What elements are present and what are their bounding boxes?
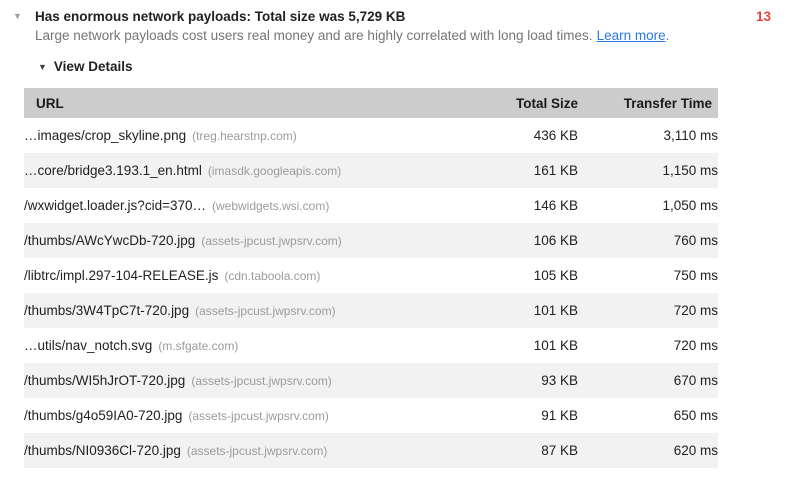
transfer-time-cell: 3,110 ms xyxy=(578,118,718,153)
total-size-cell: 146 KB xyxy=(458,188,578,223)
chevron-down-icon[interactable]: ▼ xyxy=(38,58,47,76)
view-details-toggle[interactable]: ▼ View Details xyxy=(38,58,132,76)
table-row: /thumbs/3W4TpC7t-720.jpg (assets-jpcust.j… xyxy=(24,293,718,328)
column-header-total-size: Total Size xyxy=(458,88,578,118)
url-cell: /thumbs/3W4TpC7t-720.jpg (assets-jpcust.j… xyxy=(24,293,458,328)
audit-title: Has enormous network payloads: Total siz… xyxy=(35,8,405,26)
transfer-time-cell: 670 ms xyxy=(578,363,718,398)
url-cell: /wxwidget.loader.js?cid=370… (webwidgets.… xyxy=(24,188,458,223)
total-size-cell: 161 KB xyxy=(458,153,578,188)
audit-score-badge: 13 xyxy=(756,8,771,26)
view-details-label: View Details xyxy=(54,59,133,74)
url-host: (assets-jpcust.jwpsrv.com) xyxy=(201,234,341,248)
url-cell: /thumbs/g4o59IA0-720.jpg (assets-jpcust.j… xyxy=(24,398,458,433)
transfer-time-cell: 760 ms xyxy=(578,223,718,258)
total-size-cell: 436 KB xyxy=(458,118,578,153)
table-row: …core/bridge3.193.1_en.html (imasdk.googl… xyxy=(24,153,718,188)
transfer-time-cell: 1,150 ms xyxy=(578,153,718,188)
total-size-cell: 101 KB xyxy=(458,293,578,328)
payload-table-body: …images/crop_skyline.png (treg.hearstnp.c… xyxy=(24,118,718,468)
transfer-time-cell: 750 ms xyxy=(578,258,718,293)
total-size-cell: 105 KB xyxy=(458,258,578,293)
url-cell: /thumbs/AWcYwcDb-720.jpg (assets-jpcust.j… xyxy=(24,223,458,258)
url-path: /thumbs/NI0936Cl-720.jpg xyxy=(24,443,181,458)
total-size-cell: 87 KB xyxy=(458,433,578,468)
url-host: (cdn.taboola.com) xyxy=(224,269,320,283)
learn-more-link[interactable]: Learn more xyxy=(597,28,666,43)
description-period: . xyxy=(666,28,670,43)
url-cell: …utils/nav_notch.svg (m.sfgate.com) xyxy=(24,328,458,363)
transfer-time-cell: 720 ms xyxy=(578,293,718,328)
table-row: /thumbs/WI5hJrOT-720.jpg (assets-jpcust.j… xyxy=(24,363,718,398)
table-row: …images/crop_skyline.png (treg.hearstnp.c… xyxy=(24,118,718,153)
url-cell: …images/crop_skyline.png (treg.hearstnp.c… xyxy=(24,118,458,153)
description-text: Large network payloads cost users real m… xyxy=(35,28,593,43)
table-row: /thumbs/g4o59IA0-720.jpg (assets-jpcust.j… xyxy=(24,398,718,433)
url-host: (webwidgets.wsi.com) xyxy=(212,199,329,213)
url-path: …images/crop_skyline.png xyxy=(24,128,186,143)
url-path: /wxwidget.loader.js?cid=370… xyxy=(24,198,206,213)
audit-collapse-icon[interactable]: ▼ xyxy=(13,10,22,22)
transfer-time-cell: 1,050 ms xyxy=(578,188,718,223)
url-path: /thumbs/3W4TpC7t-720.jpg xyxy=(24,303,189,318)
url-path: /thumbs/WI5hJrOT-720.jpg xyxy=(24,373,185,388)
url-host: (assets-jpcust.jwpsrv.com) xyxy=(195,304,335,318)
url-host: (assets-jpcust.jwpsrv.com) xyxy=(188,409,328,423)
url-cell: /thumbs/NI0936Cl-720.jpg (assets-jpcust.j… xyxy=(24,433,458,468)
url-path: /thumbs/AWcYwcDb-720.jpg xyxy=(24,233,195,248)
total-size-cell: 101 KB xyxy=(458,328,578,363)
url-cell: /libtrc/impl.297-104-RELEASE.js (cdn.tabo… xyxy=(24,258,458,293)
transfer-time-cell: 620 ms xyxy=(578,433,718,468)
url-cell: …core/bridge3.193.1_en.html (imasdk.googl… xyxy=(24,153,458,188)
url-host: (assets-jpcust.jwpsrv.com) xyxy=(187,444,327,458)
table-row: /libtrc/impl.297-104-RELEASE.js (cdn.tabo… xyxy=(24,258,718,293)
table-header-row: URL Total Size Transfer Time xyxy=(24,88,718,118)
column-header-transfer-time: Transfer Time xyxy=(578,88,718,118)
url-path: /libtrc/impl.297-104-RELEASE.js xyxy=(24,268,218,283)
url-host: (assets-jpcust.jwpsrv.com) xyxy=(191,374,331,388)
url-path: …core/bridge3.193.1_en.html xyxy=(24,163,202,178)
column-header-url: URL xyxy=(24,88,458,118)
table-row: /thumbs/AWcYwcDb-720.jpg (assets-jpcust.j… xyxy=(24,223,718,258)
total-size-cell: 91 KB xyxy=(458,398,578,433)
url-host: (imasdk.googleapis.com) xyxy=(208,164,341,178)
table-row: /wxwidget.loader.js?cid=370… (webwidgets.… xyxy=(24,188,718,223)
table-row: …utils/nav_notch.svg (m.sfgate.com) 101 K… xyxy=(24,328,718,363)
url-host: (treg.hearstnp.com) xyxy=(192,129,297,143)
transfer-time-cell: 650 ms xyxy=(578,398,718,433)
audit-panel: ▼ Has enormous network payloads: Total s… xyxy=(0,0,800,477)
total-size-cell: 93 KB xyxy=(458,363,578,398)
url-cell: /thumbs/WI5hJrOT-720.jpg (assets-jpcust.j… xyxy=(24,363,458,398)
network-payloads-table: URL Total Size Transfer Time …images/cro… xyxy=(24,88,718,468)
audit-description: Large network payloads cost users real m… xyxy=(35,27,669,45)
transfer-time-cell: 720 ms xyxy=(578,328,718,363)
url-host: (m.sfgate.com) xyxy=(158,339,238,353)
total-size-cell: 106 KB xyxy=(458,223,578,258)
url-path: …utils/nav_notch.svg xyxy=(24,338,152,353)
url-path: /thumbs/g4o59IA0-720.jpg xyxy=(24,408,182,423)
table-row: /thumbs/NI0936Cl-720.jpg (assets-jpcust.j… xyxy=(24,433,718,468)
